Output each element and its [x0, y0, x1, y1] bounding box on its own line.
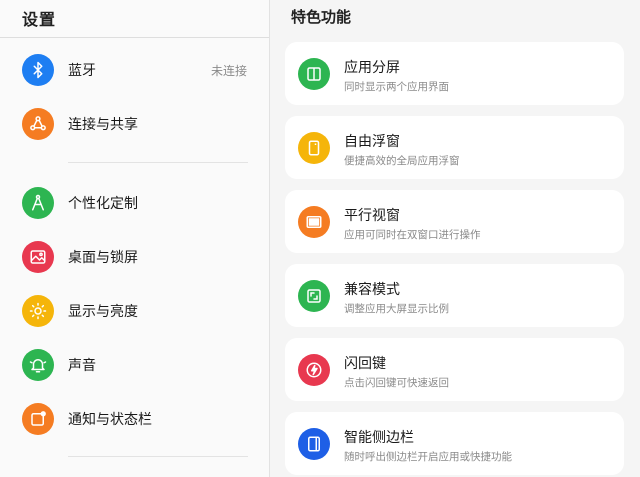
feature-title: 平行视窗	[344, 208, 400, 224]
feature-title: 兼容模式	[344, 282, 400, 298]
settings-item-personalization[interactable]: 个性化定制	[0, 180, 269, 226]
compat-mode-icon	[298, 280, 330, 312]
settings-window: 设置 蓝牙 未连接 连接与共享 个性化定制 桌面与锁屏 显示与亮度 声音 通知与…	[0, 0, 640, 477]
feature-card-floating-window[interactable]: 自由浮窗 便捷高效的全局应用浮窗	[285, 116, 624, 179]
settings-item-label: 个性化定制	[68, 196, 138, 212]
feature-card-smart-sidebar[interactable]: 智能侧边栏 随时呼出侧边栏开启应用或快捷功能	[285, 412, 624, 475]
settings-item-label: 声音	[68, 358, 96, 374]
feature-description: 随时呼出侧边栏开启应用或快捷功能	[344, 451, 512, 463]
feature-title: 应用分屏	[344, 60, 400, 76]
settings-item-notifications[interactable]: 通知与状态栏	[0, 396, 269, 442]
flashback-icon	[298, 354, 330, 386]
settings-item-sound[interactable]: 声音	[0, 342, 269, 388]
features-title: 特色功能	[291, 8, 352, 26]
feature-title: 自由浮窗	[344, 134, 400, 150]
feature-description: 应用可同时在双窗口进行操作	[344, 229, 481, 241]
settings-item-label: 显示与亮度	[68, 304, 138, 320]
settings-item-desktop-lockscreen[interactable]: 桌面与锁屏	[0, 234, 269, 280]
image-icon	[22, 241, 54, 273]
sun-icon	[22, 295, 54, 327]
feature-card-flashback[interactable]: 闪回键 点击闪回键可快速返回	[285, 338, 624, 401]
settings-item-label: 桌面与锁屏	[68, 250, 138, 266]
feature-description: 同时显示两个应用界面	[344, 81, 449, 93]
split-screen-icon	[298, 58, 330, 90]
feature-title: 闪回键	[344, 356, 386, 372]
feature-card-compat-mode[interactable]: 兼容模式 调整应用大屏显示比例	[285, 264, 624, 327]
settings-list-pane: 设置 蓝牙 未连接 连接与共享 个性化定制 桌面与锁屏 显示与亮度 声音 通知与…	[0, 0, 269, 477]
bluetooth-status: 未连接	[210, 63, 247, 78]
pane-divider	[269, 0, 270, 477]
settings-item-display-brightness[interactable]: 显示与亮度	[0, 288, 269, 334]
compass-icon	[22, 187, 54, 219]
parallel-window-icon	[298, 206, 330, 238]
bluetooth-icon	[22, 54, 54, 86]
feature-description: 调整应用大屏显示比例	[344, 303, 449, 315]
feature-title: 智能侧边栏	[344, 430, 414, 446]
group-divider	[68, 456, 248, 457]
floating-window-icon	[298, 132, 330, 164]
settings-title: 设置	[22, 10, 57, 29]
settings-item-label: 通知与状态栏	[68, 412, 152, 428]
bell-icon	[22, 349, 54, 381]
share-icon	[22, 108, 54, 140]
feature-description: 点击闪回键可快速返回	[344, 377, 449, 389]
feature-card-split-screen[interactable]: 应用分屏 同时显示两个应用界面	[285, 42, 624, 105]
settings-item-label: 连接与共享	[68, 117, 138, 133]
group-divider	[68, 162, 248, 163]
feature-card-parallel-window[interactable]: 平行视窗 应用可同时在双窗口进行操作	[285, 190, 624, 253]
header-divider	[0, 37, 269, 38]
sidebar-icon	[298, 428, 330, 460]
settings-item-label: 蓝牙	[68, 63, 96, 79]
notification-icon	[22, 403, 54, 435]
settings-item-bluetooth[interactable]: 蓝牙 未连接	[0, 47, 269, 93]
feature-description: 便捷高效的全局应用浮窗	[344, 155, 460, 167]
settings-item-connection-sharing[interactable]: 连接与共享	[0, 101, 269, 147]
